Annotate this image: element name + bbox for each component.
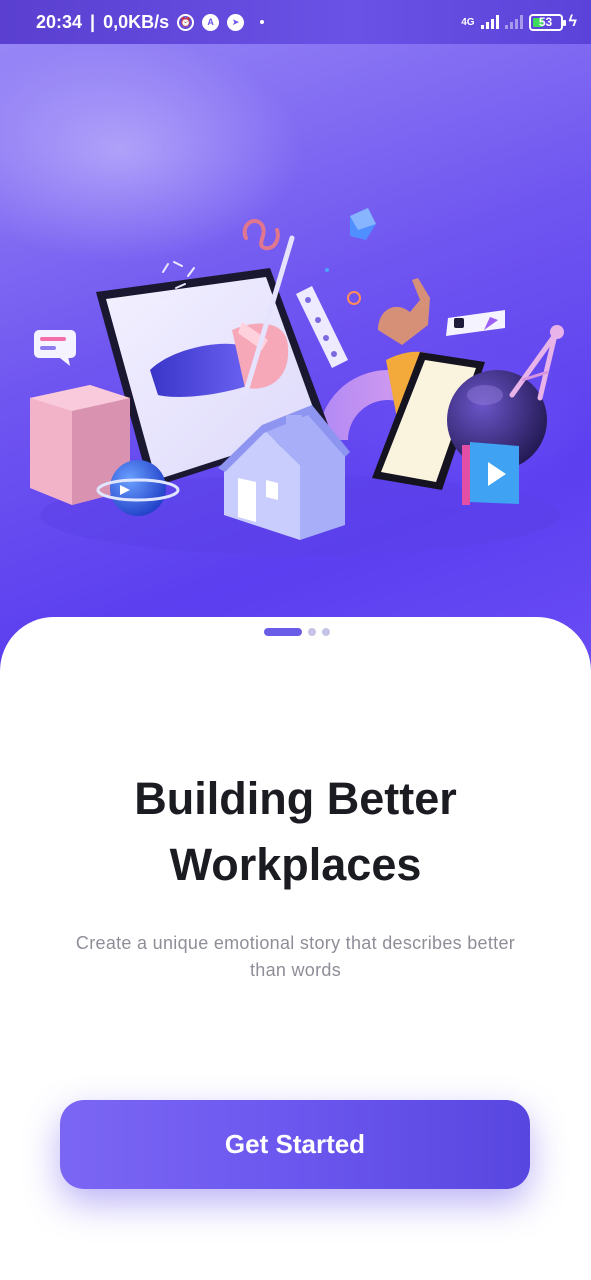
onboarding-subtitle: Create a unique emotional story that des… — [75, 933, 516, 980]
status-bar: 20:34 | 0,0KB/s ⏰ A ➤ 4G 53 ϟ — [0, 0, 591, 44]
network-type: 4G — [461, 16, 475, 28]
status-time: 20:34 — [36, 11, 83, 32]
signal-2-icon — [504, 15, 523, 29]
page-dot[interactable] — [322, 628, 330, 636]
workspace-scene-illustration — [30, 208, 564, 555]
status-separator: | — [90, 11, 96, 32]
page-dot[interactable] — [308, 628, 316, 636]
compass-icon — [509, 325, 564, 401]
status-speed: 0,0KB/s — [103, 11, 170, 32]
play-button-icon — [462, 442, 519, 505]
page-indicator — [0, 628, 591, 636]
telegram-icon: ➤ — [227, 13, 245, 31]
hero-illustration — [0, 0, 591, 680]
chat-bubble-icon — [34, 330, 76, 366]
alarm-icon: ⏰ — [177, 13, 195, 31]
page-dot-active[interactable] — [264, 628, 302, 636]
tool-strip-icon — [296, 286, 348, 368]
battery-icon: 53 — [528, 13, 566, 31]
battery-level: 53 — [538, 15, 553, 29]
signal-icon — [480, 15, 499, 29]
app-a-icon: A — [202, 13, 220, 31]
get-started-button[interactable]: Get Started — [60, 1100, 530, 1189]
onboarding-title: Building Better Workplaces — [0, 766, 591, 898]
onboarding-title-text: Building Better Workplaces — [134, 773, 457, 890]
notification-dot-icon — [260, 20, 265, 24]
charging-icon: ϟ — [568, 13, 577, 30]
